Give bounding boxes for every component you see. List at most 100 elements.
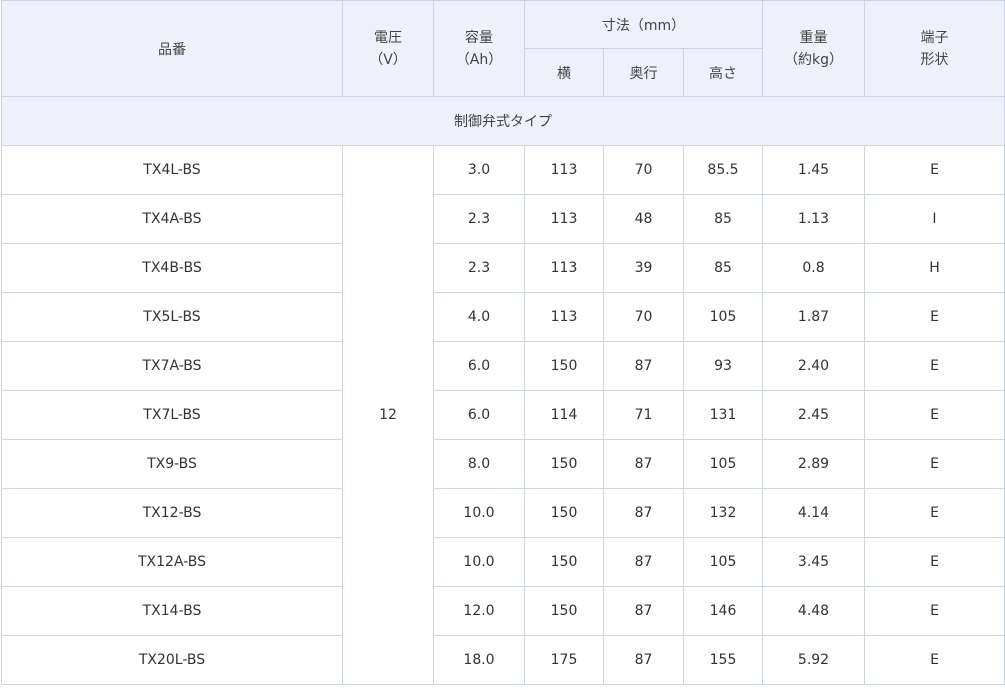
cell-terminal: E — [864, 537, 1005, 587]
table-row: TX7A-BS 6.0 150 87 93 2.40 E — [1, 341, 1005, 391]
cell-weight: 1.45 — [762, 145, 865, 195]
cell-width: 113 — [524, 145, 604, 195]
cell-depth: 71 — [603, 390, 684, 440]
cell-height: 85.5 — [683, 145, 763, 195]
cell-terminal: E — [864, 586, 1005, 636]
cell-capacity: 2.3 — [433, 194, 525, 244]
cell-width: 150 — [524, 488, 604, 538]
cell-terminal: E — [864, 292, 1005, 342]
cell-part: TX12-BS — [1, 488, 343, 538]
header-height: 高さ — [683, 48, 763, 97]
cell-capacity: 4.0 — [433, 292, 525, 342]
table-row: TX4A-BS 2.3 113 48 85 1.13 I — [1, 194, 1005, 244]
cell-terminal: E — [864, 390, 1005, 440]
cell-height: 105 — [683, 292, 763, 342]
cell-part: TX12A-BS — [1, 537, 343, 587]
cell-depth: 87 — [603, 488, 684, 538]
cell-capacity: 6.0 — [433, 341, 525, 391]
cell-part: TX4B-BS — [1, 243, 343, 293]
cell-width: 113 — [524, 194, 604, 244]
cell-height: 132 — [683, 488, 763, 538]
cell-weight: 2.45 — [762, 390, 865, 440]
cell-width: 113 — [524, 243, 604, 293]
header-capacity: 容量 （Ah） — [433, 0, 525, 97]
table-row: TX14-BS 12.0 150 87 146 4.48 E — [1, 586, 1005, 636]
table-row: TX4B-BS 2.3 113 39 85 0.8 H — [1, 243, 1005, 293]
section-label: 制御弁式タイプ — [1, 96, 1005, 146]
cell-capacity: 3.0 — [433, 145, 525, 195]
cell-height: 85 — [683, 194, 763, 244]
cell-width: 150 — [524, 586, 604, 636]
cell-height: 131 — [683, 390, 763, 440]
cell-depth: 70 — [603, 145, 684, 195]
cell-height: 146 — [683, 586, 763, 636]
cell-width: 150 — [524, 537, 604, 587]
cell-depth: 70 — [603, 292, 684, 342]
cell-part: TX9-BS — [1, 439, 343, 489]
header-voltage: 電圧 （V） — [342, 0, 434, 97]
cell-capacity: 12.0 — [433, 586, 525, 636]
header-dimensions: 寸法（mm） — [524, 0, 763, 49]
cell-terminal: H — [864, 243, 1005, 293]
cell-weight: 1.87 — [762, 292, 865, 342]
cell-voltage: 12 — [342, 145, 434, 685]
cell-weight: 1.13 — [762, 194, 865, 244]
cell-part: TX7L-BS — [1, 390, 343, 440]
table-header: 品番 電圧 （V） 容量 （Ah） 寸法（mm） 重量 （約kg） 端子 形状 — [1, 0, 1005, 97]
cell-width: 150 — [524, 439, 604, 489]
cell-weight: 2.89 — [762, 439, 865, 489]
cell-depth: 87 — [603, 586, 684, 636]
header-terminal: 端子 形状 — [864, 0, 1005, 97]
cell-depth: 48 — [603, 194, 684, 244]
header-width: 横 — [524, 48, 604, 97]
cell-width: 114 — [524, 390, 604, 440]
header-weight: 重量 （約kg） — [762, 0, 865, 97]
cell-capacity: 8.0 — [433, 439, 525, 489]
cell-capacity: 2.3 — [433, 243, 525, 293]
cell-weight: 2.40 — [762, 341, 865, 391]
cell-part: TX5L-BS — [1, 292, 343, 342]
table-row: TX4L-BS 12 3.0 113 70 85.5 1.45 E — [1, 145, 1005, 685]
cell-height: 93 — [683, 341, 763, 391]
cell-weight: 3.45 — [762, 537, 865, 587]
cell-terminal: E — [864, 341, 1005, 391]
cell-weight: 4.48 — [762, 586, 865, 636]
header-part-number: 品番 — [1, 0, 343, 97]
cell-depth: 39 — [603, 243, 684, 293]
cell-part: TX14-BS — [1, 586, 343, 636]
cell-capacity: 10.0 — [433, 537, 525, 587]
cell-depth: 87 — [603, 439, 684, 489]
cell-weight: 4.14 — [762, 488, 865, 538]
cell-terminal: I — [864, 194, 1005, 244]
table-row: TX7L-BS 6.0 114 71 131 2.45 E — [1, 390, 1005, 440]
cell-depth: 87 — [603, 537, 684, 587]
table-row: TX20L-BS 18.0 175 87 155 5.92 E — [1, 635, 1005, 685]
cell-weight: 5.92 — [762, 635, 865, 685]
cell-terminal: E — [864, 145, 1005, 195]
table-body: 制御弁式タイプ TX4L-BS 12 3.0 113 70 85.5 1.45 … — [1, 96, 1005, 685]
cell-capacity: 6.0 — [433, 390, 525, 440]
battery-spec-table: 品番 電圧 （V） 容量 （Ah） 寸法（mm） 重量 （約kg） 端子 形状 — [1, 0, 1005, 685]
table-row: TX5L-BS 4.0 113 70 105 1.87 E — [1, 292, 1005, 342]
table-row: TX12-BS 10.0 150 87 132 4.14 E — [1, 488, 1005, 538]
cell-part: TX7A-BS — [1, 341, 343, 391]
cell-part: TX4L-BS — [1, 145, 343, 195]
cell-depth: 87 — [603, 341, 684, 391]
cell-height: 85 — [683, 243, 763, 293]
cell-width: 175 — [524, 635, 604, 685]
cell-depth: 87 — [603, 635, 684, 685]
cell-terminal: E — [864, 488, 1005, 538]
cell-capacity: 10.0 — [433, 488, 525, 538]
cell-height: 105 — [683, 537, 763, 587]
table-row: TX12A-BS 10.0 150 87 105 3.45 E — [1, 537, 1005, 587]
cell-part: TX4A-BS — [1, 194, 343, 244]
cell-height: 155 — [683, 635, 763, 685]
cell-width: 150 — [524, 341, 604, 391]
cell-capacity: 18.0 — [433, 635, 525, 685]
table-row: TX9-BS 8.0 150 87 105 2.89 E — [1, 439, 1005, 489]
cell-terminal: E — [864, 635, 1005, 685]
header-depth: 奥行 — [603, 48, 684, 97]
cell-width: 113 — [524, 292, 604, 342]
cell-weight: 0.8 — [762, 243, 865, 293]
cell-terminal: E — [864, 439, 1005, 489]
